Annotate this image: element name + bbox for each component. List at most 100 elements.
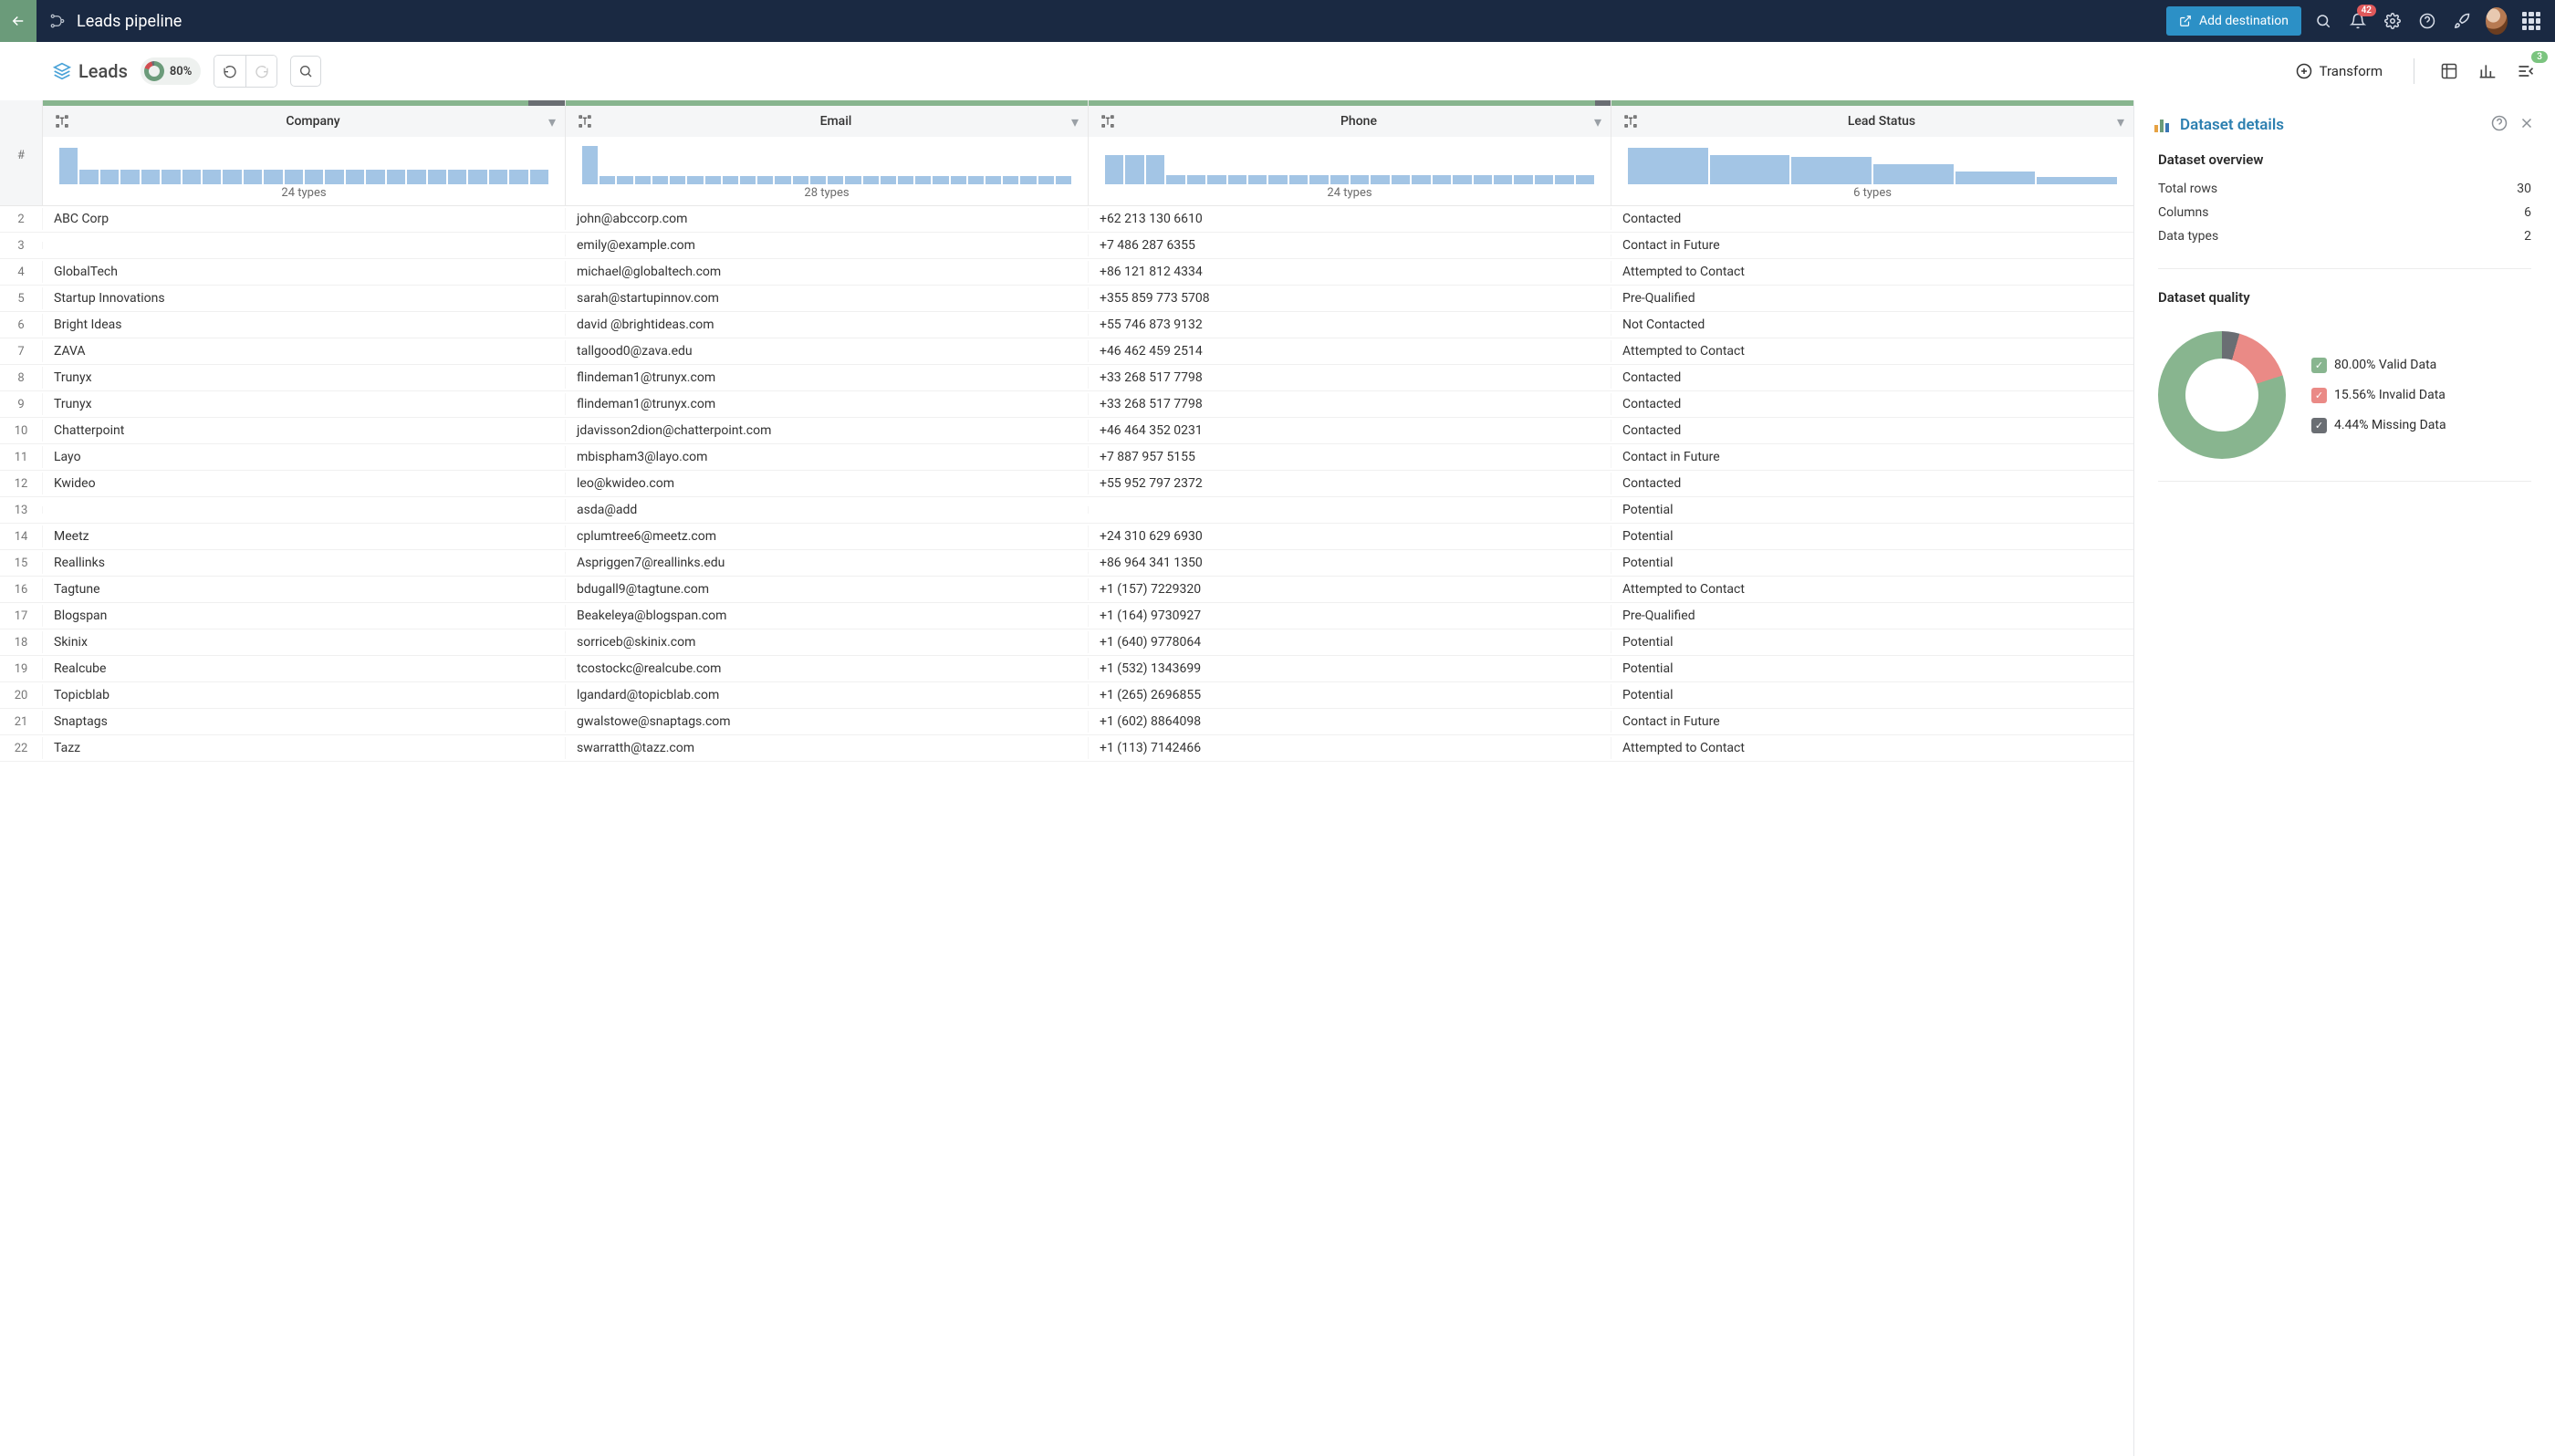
cell-phone[interactable]: +33 268 517 7798 — [1088, 393, 1611, 415]
dataset-tab[interactable]: Leads — [53, 60, 128, 82]
table-row[interactable]: 3 emily@example.com +7 486 287 6355 Cont… — [0, 233, 2133, 259]
search-icon[interactable] — [2312, 10, 2334, 32]
cell-phone[interactable]: +33 268 517 7798 — [1088, 367, 1611, 389]
apps-grid-icon[interactable] — [2520, 10, 2542, 32]
column-header[interactable]: Company ▾ 24 types — [42, 100, 565, 206]
cell-email[interactable]: mbispham3@layo.com — [565, 446, 1088, 468]
cell-status[interactable]: Attempted to Contact — [1611, 261, 2133, 283]
back-button[interactable] — [0, 0, 36, 42]
cell-status[interactable]: Contact in Future — [1611, 234, 2133, 256]
cell-email[interactable]: tcostockc@realcube.com — [565, 658, 1088, 680]
table-row[interactable]: 9 Trunyx flindeman1@trunyx.com +33 268 5… — [0, 391, 2133, 418]
cell-phone[interactable]: +55 952 797 2372 — [1088, 473, 1611, 494]
cell-status[interactable]: Attempted to Contact — [1611, 340, 2133, 362]
cell-company[interactable]: Skinix — [42, 631, 565, 653]
add-destination-button[interactable]: Add destination — [2166, 6, 2301, 36]
cell-email[interactable]: Aspriggen7@reallinks.edu — [565, 552, 1088, 574]
rocket-icon[interactable] — [2451, 10, 2473, 32]
column-menu-icon[interactable]: ▾ — [1071, 113, 1079, 130]
close-icon[interactable] — [2518, 115, 2535, 135]
cell-status[interactable]: Attempted to Contact — [1611, 737, 2133, 759]
cell-company[interactable]: Topicblab — [42, 684, 565, 706]
settings-icon[interactable] — [2382, 10, 2404, 32]
cell-company[interactable]: Meetz — [42, 525, 565, 547]
cell-status[interactable]: Contacted — [1611, 393, 2133, 415]
cell-email[interactable]: john@abccorp.com — [565, 208, 1088, 230]
table-row[interactable]: 8 Trunyx flindeman1@trunyx.com +33 268 5… — [0, 365, 2133, 391]
cell-phone[interactable]: +24 310 629 6930 — [1088, 525, 1611, 547]
table-row[interactable]: 7 ZAVA tallgood0@zava.edu +46 462 459 25… — [0, 338, 2133, 365]
legend-valid[interactable]: ✓80.00% Valid Data — [2311, 358, 2446, 373]
redo-button[interactable] — [245, 56, 276, 87]
cell-company[interactable]: Startup Innovations — [42, 287, 565, 309]
cell-email[interactable]: flindeman1@trunyx.com — [565, 393, 1088, 415]
cell-status[interactable]: Not Contacted — [1611, 314, 2133, 336]
cell-email[interactable]: bdugall9@tagtune.com — [565, 578, 1088, 600]
cell-email[interactable]: cplumtree6@meetz.com — [565, 525, 1088, 547]
cell-phone[interactable]: +7 486 287 6355 — [1088, 234, 1611, 256]
cell-phone[interactable]: +46 462 459 2514 — [1088, 340, 1611, 362]
help-icon[interactable] — [2416, 10, 2438, 32]
table-row[interactable]: 15 Reallinks Aspriggen7@reallinks.edu +8… — [0, 550, 2133, 577]
column-menu-icon[interactable]: ▾ — [1594, 113, 1601, 130]
cell-phone[interactable]: +1 (265) 2696855 — [1088, 684, 1611, 706]
cell-phone[interactable]: +7 887 957 5155 — [1088, 446, 1611, 468]
avatar[interactable] — [2486, 10, 2508, 32]
table-row[interactable]: 10 Chatterpoint jdavisson2dion@chatterpo… — [0, 418, 2133, 444]
cell-email[interactable]: asda@add — [565, 499, 1088, 521]
cell-status[interactable]: Attempted to Contact — [1611, 578, 2133, 600]
panel-toggle-icon[interactable]: 3 — [2513, 58, 2539, 84]
cell-phone[interactable]: +1 (640) 9778064 — [1088, 631, 1611, 653]
table-row[interactable]: 16 Tagtune bdugall9@tagtune.com +1 (157)… — [0, 577, 2133, 603]
transform-button[interactable]: Transform — [2287, 57, 2392, 85]
cell-phone[interactable]: +86 964 341 1350 — [1088, 552, 1611, 574]
data-grid[interactable]: Company ▾ 24 types Email ▾ 28 types Phon… — [0, 100, 2133, 1456]
cell-company[interactable]: Reallinks — [42, 552, 565, 574]
cell-email[interactable]: lgandard@topicblab.com — [565, 684, 1088, 706]
cell-status[interactable]: Contacted — [1611, 208, 2133, 230]
cell-phone[interactable]: +1 (164) 9730927 — [1088, 605, 1611, 627]
cell-phone[interactable]: +355 859 773 5708 — [1088, 287, 1611, 309]
cell-phone[interactable] — [1088, 506, 1611, 514]
chart-icon[interactable] — [2475, 58, 2500, 84]
table-row[interactable]: 4 GlobalTech michael@globaltech.com +86 … — [0, 259, 2133, 286]
legend-missing[interactable]: ✓4.44% Missing Data — [2311, 418, 2446, 433]
cell-email[interactable]: swarratth@tazz.com — [565, 737, 1088, 759]
panel-help-icon[interactable] — [2491, 115, 2508, 135]
cell-status[interactable]: Contact in Future — [1611, 711, 2133, 733]
cell-status[interactable]: Pre-Qualified — [1611, 605, 2133, 627]
cell-status[interactable]: Contacted — [1611, 473, 2133, 494]
cell-status[interactable]: Potential — [1611, 525, 2133, 547]
cell-phone[interactable]: +55 746 873 9132 — [1088, 314, 1611, 336]
cell-status[interactable]: Contact in Future — [1611, 446, 2133, 468]
cell-status[interactable]: Contacted — [1611, 420, 2133, 442]
cell-company[interactable]: Realcube — [42, 658, 565, 680]
search-button[interactable] — [290, 56, 321, 87]
cell-company[interactable]: Chatterpoint — [42, 420, 565, 442]
table-row[interactable]: 22 Tazz swarratth@tazz.com +1 (113) 7142… — [0, 735, 2133, 762]
cell-status[interactable]: Potential — [1611, 552, 2133, 574]
cell-company[interactable] — [42, 242, 565, 249]
cell-company[interactable]: Kwideo — [42, 473, 565, 494]
cell-phone[interactable]: +1 (113) 7142466 — [1088, 737, 1611, 759]
table-row[interactable]: 12 Kwideo leo@kwideo.com +55 952 797 237… — [0, 471, 2133, 497]
cell-phone[interactable]: +1 (157) 7229320 — [1088, 578, 1611, 600]
column-menu-icon[interactable]: ▾ — [548, 113, 556, 130]
cell-email[interactable]: flindeman1@trunyx.com — [565, 367, 1088, 389]
legend-invalid[interactable]: ✓15.56% Invalid Data — [2311, 388, 2446, 403]
cell-phone[interactable]: +46 464 352 0231 — [1088, 420, 1611, 442]
table-row[interactable]: 5 Startup Innovations sarah@startupinnov… — [0, 286, 2133, 312]
cell-company[interactable]: Bright Ideas — [42, 314, 565, 336]
cell-status[interactable]: Potential — [1611, 684, 2133, 706]
cell-status[interactable]: Potential — [1611, 658, 2133, 680]
cell-company[interactable]: Snaptags — [42, 711, 565, 733]
column-header[interactable]: Lead Status ▾ 6 types — [1611, 100, 2133, 206]
undo-button[interactable] — [214, 56, 245, 87]
table-row[interactable]: 18 Skinix sorriceb@skinix.com +1 (640) 9… — [0, 629, 2133, 656]
cell-company[interactable]: Layo — [42, 446, 565, 468]
cell-phone[interactable]: +1 (532) 1343699 — [1088, 658, 1611, 680]
cell-email[interactable]: Beakeleya@blogspan.com — [565, 605, 1088, 627]
column-header[interactable]: Email ▾ 28 types — [565, 100, 1088, 206]
cell-company[interactable]: GlobalTech — [42, 261, 565, 283]
table-row[interactable]: 13 asda@add Potential — [0, 497, 2133, 524]
